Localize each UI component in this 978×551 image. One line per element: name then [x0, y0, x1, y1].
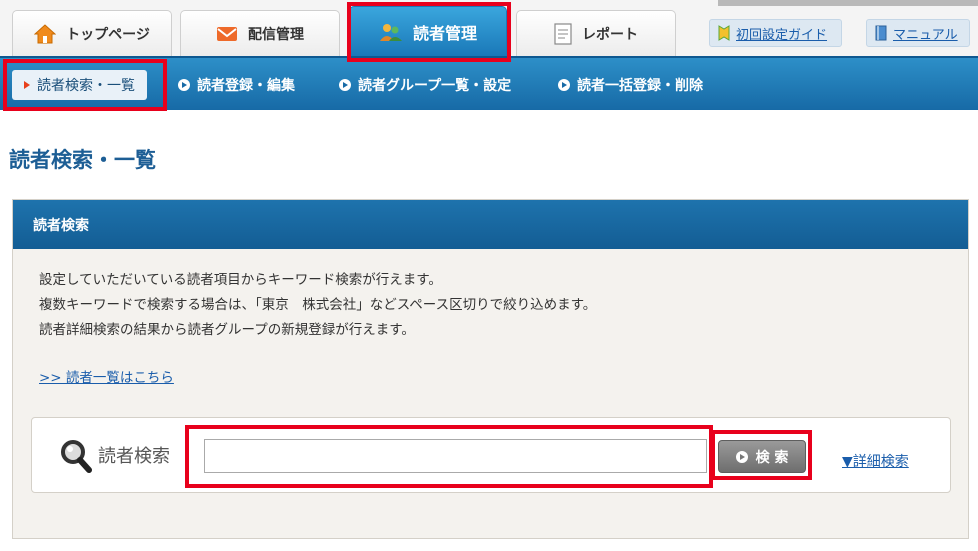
tab-label: 配信管理: [248, 26, 304, 43]
report-icon: [554, 22, 572, 45]
tab-reader-management[interactable]: 読者管理: [349, 6, 507, 56]
search-box: 読者検索 検 索 ▼詳細検索: [31, 417, 951, 493]
manual-book-icon: [875, 25, 887, 41]
home-icon: [34, 23, 57, 43]
search-button[interactable]: 検 索: [718, 440, 806, 473]
arrow-right-icon: [24, 81, 30, 89]
subnav-reader-search-list[interactable]: 読者検索・一覧: [12, 70, 147, 100]
search-panel: 読者検索 設定していただいている読者項目からキーワード検索が行えます。 複数キー…: [12, 199, 969, 539]
subnav-reader-group-list[interactable]: 読者グループ一覧・設定: [339, 58, 511, 112]
description-line: 設定していただいている読者項目からキーワード検索が行えます。: [39, 272, 442, 288]
page-title: 読者検索・一覧: [9, 148, 156, 172]
guide-icon: [718, 25, 730, 41]
manual-label: マニュアル: [893, 27, 958, 43]
play-circle-icon: [735, 450, 748, 463]
description-line: 読者詳細検索の結果から読者グループの新規登録が行えます。: [39, 322, 415, 338]
tab-report[interactable]: レポート: [516, 10, 676, 56]
tab-label: トップページ: [66, 26, 150, 43]
top-tab-bar: トップページ 配信管理 読者管理 レポート 初回設定ガイド マニュアル: [0, 0, 978, 56]
play-circle-icon: [178, 79, 190, 91]
setup-guide-label: 初回設定ガイド: [736, 27, 828, 43]
play-circle-icon: [339, 79, 351, 91]
tab-label: 読者管理: [412, 23, 477, 43]
users-icon: [379, 23, 402, 41]
subnav-label: 読者検索・一覧: [37, 78, 135, 94]
subnav-label: 読者グループ一覧・設定: [358, 78, 512, 94]
subnav-reader-register-edit[interactable]: 読者登録・編集: [178, 58, 295, 112]
mail-icon: [217, 26, 237, 41]
tab-label: レポート: [582, 26, 638, 43]
subnav-label: 読者一括登録・削除: [577, 78, 703, 94]
tab-delivery[interactable]: 配信管理: [180, 10, 340, 56]
search-input[interactable]: [204, 439, 707, 473]
description-line: 複数キーワードで検索する場合は、「東京 株式会社」などスペース区切りで絞り込めま…: [39, 297, 597, 313]
sub-navigation: 読者検索・一覧 読者登録・編集 読者グループ一覧・設定 読者一括登録・削除: [0, 56, 978, 110]
search-button-label: 検 索: [755, 449, 789, 466]
tab-top-page[interactable]: トップページ: [12, 10, 172, 56]
subnav-label: 読者登録・編集: [197, 78, 295, 94]
search-label: 読者検索: [98, 446, 170, 467]
top-strip: [718, 0, 978, 6]
reader-list-link[interactable]: >> 読者一覧はこちら: [39, 366, 174, 386]
subnav-reader-bulk[interactable]: 読者一括登録・削除: [558, 58, 703, 112]
play-circle-icon: [558, 79, 570, 91]
panel-description: 設定していただいている読者項目からキーワード検索が行えます。 複数キーワードで検…: [39, 268, 596, 343]
panel-heading: 読者検索: [13, 200, 968, 249]
magnifier-icon: [61, 440, 92, 473]
advanced-search-link[interactable]: ▼詳細検索: [842, 451, 909, 471]
setup-guide-link[interactable]: 初回設定ガイド: [709, 19, 842, 47]
manual-link[interactable]: マニュアル: [866, 19, 970, 47]
